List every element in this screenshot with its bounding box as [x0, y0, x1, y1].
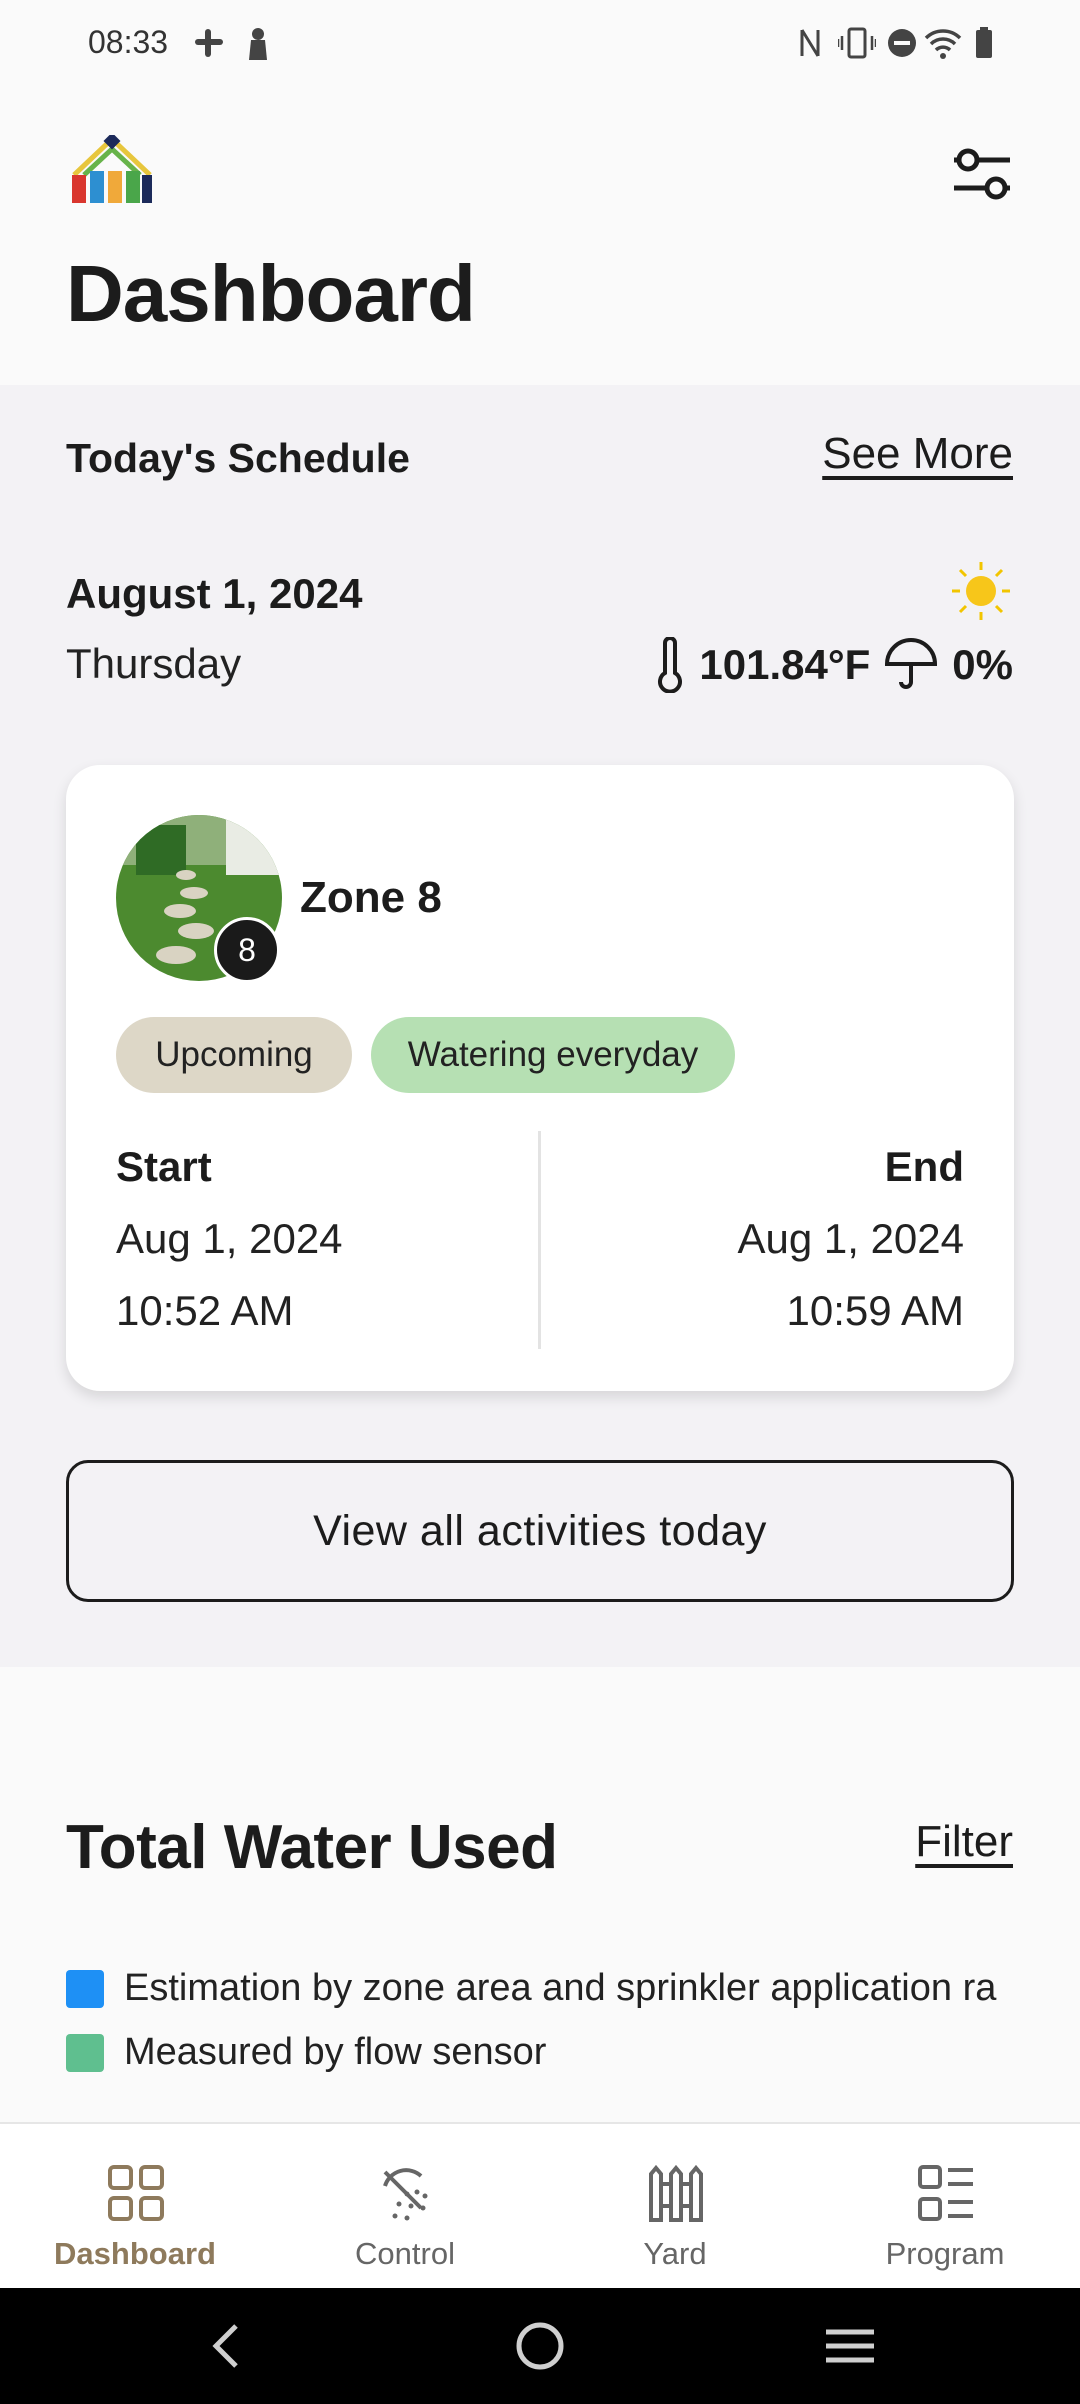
legend-item: Estimation by zone area and sprinkler ap…	[66, 1967, 996, 2010]
start-time: 10:52 AM	[116, 1287, 294, 1334]
legend-swatch-measured	[66, 2033, 104, 2072]
slack-icon	[195, 29, 223, 57]
battery-icon	[976, 27, 992, 58]
schedule-section: Today's Schedule See More August 1, 2024…	[0, 385, 1080, 1667]
sliders-icon[interactable]	[950, 142, 1014, 206]
notification-icon	[249, 28, 267, 60]
zone-card[interactable]: 8 Zone 8 Upcoming Watering everyday Star…	[66, 765, 1014, 1391]
nav-label: Yard	[643, 2236, 707, 2271]
nav-item-yard[interactable]: Yard	[540, 2124, 810, 2290]
end-time: 10:59 AM	[786, 1287, 964, 1334]
dnd-icon	[888, 29, 916, 57]
end-label: End	[884, 1143, 964, 1190]
see-more-link[interactable]: See More	[822, 429, 1013, 479]
rain-chance-value: 0%	[952, 641, 1013, 688]
zone-number-badge: 8	[214, 917, 280, 983]
nav-item-dashboard[interactable]: Dashboard	[0, 2124, 270, 2290]
start-date: Aug 1, 2024	[116, 1215, 343, 1262]
status-bar: 08:33	[0, 0, 1080, 90]
status-time: 08:33	[88, 24, 169, 60]
page-title: Dashboard	[66, 249, 476, 338]
weather-row: 101.84°F 0%	[655, 635, 1013, 695]
sprinkler-icon	[383, 2168, 428, 2221]
nav-label: Control	[355, 2236, 455, 2271]
home-icon[interactable]	[510, 2316, 570, 2376]
umbrella-icon	[885, 638, 938, 689]
schedule-title: Today's Schedule	[66, 435, 410, 481]
temperature-value: 101.84°F	[699, 641, 871, 688]
view-all-activities-button[interactable]: View all activities today	[66, 1460, 1014, 1602]
bottom-nav: Dashboard Control Yard Program	[0, 2122, 1080, 2288]
water-title: Total Water Used	[66, 1813, 558, 1882]
wifi-icon	[924, 29, 962, 59]
fence-icon	[649, 2164, 703, 2222]
nav-item-control[interactable]: Control	[270, 2124, 540, 2290]
start-label: Start	[116, 1143, 212, 1190]
recents-icon[interactable]	[820, 2316, 880, 2376]
water-section: Total Water Used Filter Estimation by zo…	[0, 1667, 1080, 2123]
vibrate-icon	[838, 27, 876, 59]
zone-name: Zone 8	[300, 873, 442, 922]
home-brand-logo	[72, 135, 152, 203]
sun-icon	[952, 562, 1010, 620]
back-icon[interactable]	[198, 2316, 258, 2376]
nav-label: Program	[885, 2236, 1005, 2271]
header: Dashboard	[0, 90, 1080, 385]
thermometer-icon	[658, 637, 683, 693]
legend-label: Measured by flow sensor	[124, 2031, 547, 2073]
status-chip: Upcoming	[116, 1017, 352, 1093]
schedule-date: August 1, 2024	[66, 570, 363, 617]
grid-icon	[108, 2165, 164, 2221]
end-date: Aug 1, 2024	[737, 1215, 964, 1262]
legend-label: Estimation by zone area and sprinkler ap…	[124, 1967, 997, 2009]
nav-item-program[interactable]: Program	[810, 2124, 1080, 2290]
schedule-weekday: Thursday	[66, 640, 242, 687]
card-divider	[538, 1131, 541, 1349]
frequency-chip: Watering everyday	[371, 1017, 735, 1093]
list-icon	[918, 2165, 973, 2221]
legend-item: Measured by flow sensor	[66, 2031, 546, 2074]
water-filter-link[interactable]: Filter	[915, 1817, 1013, 1867]
nfc-icon	[800, 29, 820, 57]
legend-swatch-estimation	[66, 1969, 104, 2008]
system-nav-bar	[0, 2288, 1080, 2404]
nav-label: Dashboard	[54, 2236, 216, 2271]
